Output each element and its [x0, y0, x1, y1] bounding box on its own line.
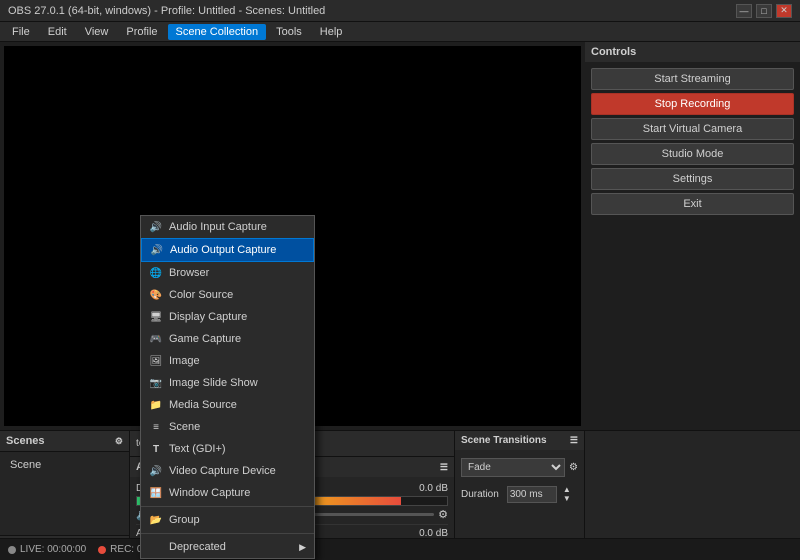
title-bar-text: OBS 27.0.1 (64-bit, windows) - Profile: …	[8, 5, 325, 17]
ctx-video-capture-icon: 🔊	[149, 464, 163, 478]
ctx-image-slideshow[interactable]: 📷 Image Slide Show	[141, 372, 314, 394]
ctx-group[interactable]: 📂 Group	[141, 509, 314, 531]
menu-scene-collection[interactable]: Scene Collection	[168, 24, 267, 40]
ctx-color-source-label: Color Source	[169, 289, 233, 301]
ctx-color-source-icon: 🎨	[149, 288, 163, 302]
ctx-image-label: Image	[169, 355, 200, 367]
controls-header: Controls	[585, 42, 800, 62]
scenes-settings-icon[interactable]: ⚙	[115, 436, 123, 447]
rec-dot	[98, 546, 106, 554]
ctx-window-capture-label: Window Capture	[169, 487, 250, 499]
context-menu: 🔊 Audio Input Capture 🔊 Audio Output Cap…	[140, 215, 315, 559]
ctx-deprecated[interactable]: Deprecated ▶	[141, 536, 314, 558]
close-button[interactable]: ✕	[776, 4, 792, 18]
ctx-game-capture-icon: 🎮	[149, 332, 163, 346]
ctx-separator-2	[141, 533, 314, 534]
ctx-browser-label: Browser	[169, 267, 209, 279]
ctx-text-gdi-label: Text (GDI+)	[169, 443, 226, 455]
ctx-deprecated-arrow: ▶	[299, 542, 306, 553]
ctx-scene[interactable]: ≡ Scene	[141, 416, 314, 438]
exit-button[interactable]: Exit	[591, 193, 794, 215]
title-bar: OBS 27.0.1 (64-bit, windows) - Profile: …	[0, 0, 800, 22]
ctx-deprecated-icon	[149, 540, 163, 554]
ctx-group-label: Group	[169, 514, 200, 526]
ctx-separator-1	[141, 506, 314, 507]
ctx-color-source[interactable]: 🎨 Color Source	[141, 284, 314, 306]
transition-gear-icon[interactable]: ⚙	[569, 462, 578, 473]
ctx-audio-output-icon: 🔊	[150, 243, 164, 257]
menu-help[interactable]: Help	[312, 24, 351, 40]
controls-panel: Controls Start Streaming Stop Recording …	[585, 42, 800, 430]
scene-item[interactable]: Scene	[4, 456, 125, 474]
menu-view[interactable]: View	[77, 24, 117, 40]
studio-mode-button[interactable]: Studio Mode	[591, 143, 794, 165]
live-dot	[8, 546, 16, 554]
ctx-game-capture-label: Game Capture	[169, 333, 241, 345]
ctx-display-capture[interactable]: 🖥 Display Capture	[141, 306, 314, 328]
title-bar-controls: — □ ✕	[736, 4, 792, 18]
track-desktop-settings[interactable]: ⚙	[438, 508, 448, 521]
status-bar: LIVE: 00:00:00 REC: 00:48:03 CPU: 16.8%,…	[0, 538, 800, 560]
ctx-audio-input[interactable]: 🔊 Audio Input Capture	[141, 216, 314, 238]
scenes-list: Scene	[0, 452, 129, 535]
menu-file[interactable]: File	[4, 24, 38, 40]
minimize-button[interactable]: —	[736, 4, 752, 18]
transition-duration-label: Duration	[461, 489, 499, 500]
transition-type-row: Fade Cut ⚙	[461, 456, 578, 479]
audio-mixer-icon: ☰	[440, 462, 448, 473]
ctx-browser[interactable]: 🌐 Browser	[141, 262, 314, 284]
live-status: LIVE: 00:00:00	[8, 544, 86, 555]
ctx-browser-icon: 🌐	[149, 266, 163, 280]
scenes-header: Scenes ⚙	[0, 431, 129, 452]
ctx-audio-input-icon: 🔊	[149, 220, 163, 234]
maximize-button[interactable]: □	[756, 4, 772, 18]
settings-button[interactable]: Settings	[591, 168, 794, 190]
start-streaming-button[interactable]: Start Streaming	[591, 68, 794, 90]
ctx-game-capture[interactable]: 🎮 Game Capture	[141, 328, 314, 350]
ctx-window-capture-icon: 🪟	[149, 486, 163, 500]
stop-recording-button[interactable]: Stop Recording	[591, 93, 794, 115]
ctx-audio-input-label: Audio Input Capture	[169, 221, 267, 233]
ctx-video-capture[interactable]: 🔊 Video Capture Device	[141, 460, 314, 482]
transition-duration-input[interactable]	[507, 486, 557, 503]
ctx-image[interactable]: 🖼 Image	[141, 350, 314, 372]
start-virtual-camera-button[interactable]: Start Virtual Camera	[591, 118, 794, 140]
controls-buttons: Start Streaming Stop Recording Start Vir…	[585, 62, 800, 224]
ctx-scene-icon: ≡	[149, 420, 163, 434]
ctx-audio-output-label: Audio Output Capture	[170, 244, 276, 256]
transitions-content: Fade Cut ⚙ Duration ▲ ▼	[455, 450, 584, 511]
ctx-audio-output[interactable]: 🔊 Audio Output Capture	[141, 238, 314, 262]
ctx-media-source-icon: 📁	[149, 398, 163, 412]
transitions-header: Scene Transitions ☰	[455, 431, 584, 450]
ctx-text-gdi[interactable]: T Text (GDI+)	[141, 438, 314, 460]
live-text: LIVE: 00:00:00	[20, 544, 86, 555]
menu-tools[interactable]: Tools	[268, 24, 310, 40]
ctx-group-icon: 📂	[149, 513, 163, 527]
ctx-media-source[interactable]: 📁 Media Source	[141, 394, 314, 416]
ctx-image-slideshow-icon: 📷	[149, 376, 163, 390]
menu-profile[interactable]: Profile	[118, 24, 165, 40]
duration-down-arrow[interactable]: ▼	[563, 494, 571, 503]
ctx-display-capture-label: Display Capture	[169, 311, 247, 323]
track-desktop-db: 0.0 dB	[419, 483, 448, 494]
ctx-display-capture-icon: 🖥	[149, 310, 163, 324]
ctx-media-source-label: Media Source	[169, 399, 237, 411]
ctx-window-capture[interactable]: 🪟 Window Capture	[141, 482, 314, 504]
ctx-video-capture-label: Video Capture Device	[169, 465, 276, 477]
ctx-deprecated-label: Deprecated	[169, 541, 226, 553]
ctx-scene-label: Scene	[169, 421, 200, 433]
menu-edit[interactable]: Edit	[40, 24, 75, 40]
transitions-icon: ☰	[570, 435, 578, 446]
duration-up-arrow[interactable]: ▲	[563, 485, 571, 494]
transition-type-select[interactable]: Fade Cut	[461, 458, 565, 477]
transition-duration-row: Duration ▲ ▼	[461, 483, 578, 505]
menu-bar: File Edit View Profile Scene Collection …	[0, 22, 800, 42]
ctx-image-icon: 🖼	[149, 354, 163, 368]
ctx-text-gdi-icon: T	[149, 442, 163, 456]
ctx-image-slideshow-label: Image Slide Show	[169, 377, 258, 389]
